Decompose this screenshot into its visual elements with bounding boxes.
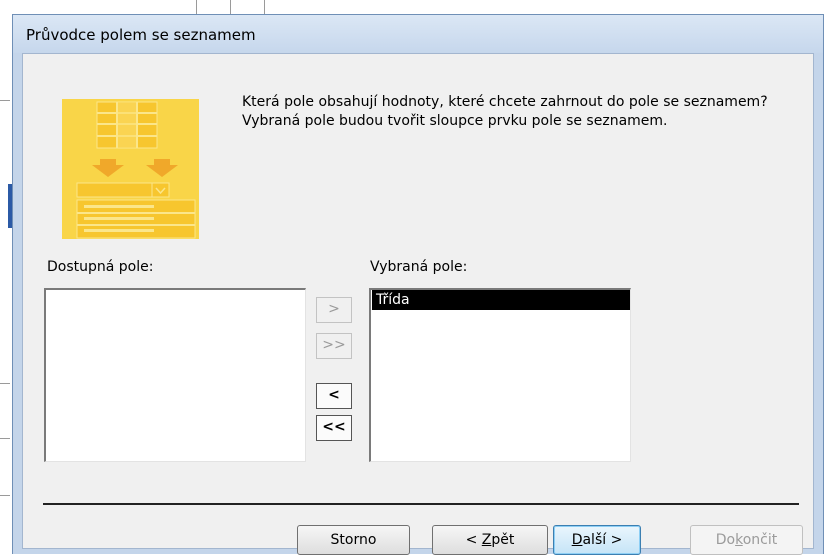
back-label-accelerator: Z [481,532,492,548]
available-fields-label: Dostupná pole: [47,259,154,275]
background-divider [0,383,10,384]
selected-fields-label: Vybraná pole: [370,259,468,275]
remove-field-button[interactable]: < [316,383,352,409]
add-all-fields-button[interactable]: >> [316,333,352,359]
add-field-button[interactable]: > [316,297,352,323]
finish-label-prefix: Do [715,532,736,548]
finish-button[interactable]: Dokončit [690,525,803,555]
background-divider [0,100,10,101]
available-fields-list[interactable] [44,288,306,462]
dialog-content: Která pole obsahují hodnoty, které chcet… [22,53,814,555]
wizard-prompt: Která pole obsahují hodnoty, které chcet… [242,93,802,131]
finish-label-rest: ončit [742,532,778,548]
next-button[interactable]: Další > [553,525,641,555]
prompt-line-1: Která pole obsahují hodnoty, které chcet… [242,94,768,110]
selected-fields-list[interactable]: Třída [369,288,631,462]
cancel-button[interactable]: Storno [297,525,410,555]
prompt-line-2: Vybraná pole budou tvořit sloupce prvku … [242,113,668,129]
next-label-rest: alší > [582,532,623,548]
list-item[interactable]: Třída [372,290,630,310]
remove-all-fields-button[interactable]: << [316,415,352,441]
title-bar[interactable]: Průvodce polem se seznamem [13,15,823,53]
finish-label-accelerator: k [735,532,743,548]
background-divider [0,495,10,496]
next-label-accelerator: D [571,532,583,548]
combo-box-wizard-dialog: Průvodce polem se seznamem Která pole ob… [12,14,824,555]
background-divider [0,438,10,439]
back-label-rest: pět [491,532,515,548]
listbox-wizard-illustration-icon [62,99,199,239]
back-button[interactable]: < Zpět [432,525,548,555]
cancel-label: Storno [330,532,377,548]
footer-separator [43,503,799,505]
window-title: Průvodce polem se seznamem [26,26,256,44]
back-label-prefix: < [465,532,482,548]
